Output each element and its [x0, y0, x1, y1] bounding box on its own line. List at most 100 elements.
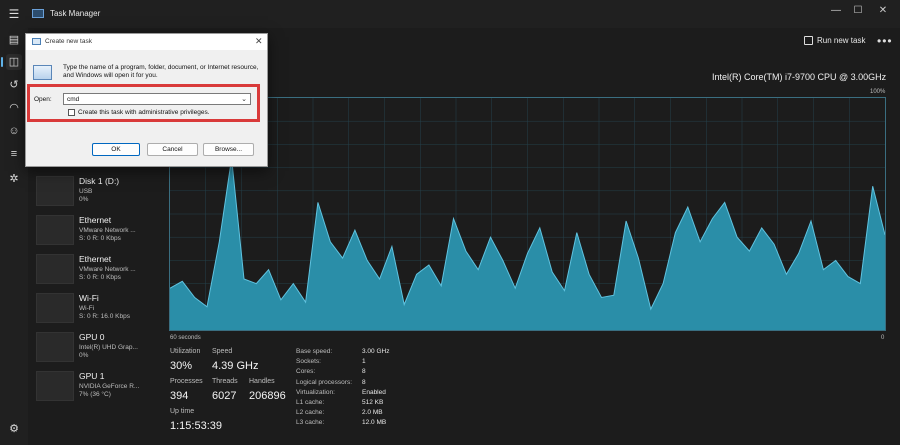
- device-sub1: NVIDIA GeForce R...: [79, 383, 140, 390]
- device-item[interactable]: Ethernet VMware Network ... S: 0 R: 0 Kbps: [36, 254, 166, 290]
- device-name: Ethernet: [79, 254, 112, 264]
- device-sub2: 0%: [79, 196, 89, 203]
- run-task-icon: [804, 36, 813, 45]
- detail-label: Base speed:: [296, 348, 333, 355]
- device-item[interactable]: Disk 1 (D:) USB 0%: [36, 176, 166, 212]
- graph-time-label: 60 seconds: [170, 335, 201, 341]
- detail-label: Logical processors:: [296, 378, 352, 386]
- detail-label: L1 cache:: [296, 399, 325, 406]
- device-sub2: 0%: [79, 352, 89, 359]
- device-sub1: Wi-Fi: [79, 305, 95, 312]
- handles-label: Handles: [249, 378, 275, 385]
- more-options-icon[interactable]: •••: [877, 34, 893, 48]
- detail-value: 3.00 GHz: [362, 348, 390, 355]
- graph-max-label: 100%: [870, 89, 886, 95]
- menu-icon[interactable]: ☰: [6, 6, 22, 22]
- device-item[interactable]: GPU 0 Intel(R) UHD Grap... 0%: [36, 332, 166, 368]
- speed-label: Speed: [212, 348, 233, 355]
- device-item[interactable]: GPU 1 NVIDIA GeForce R... 7% (36 °C): [36, 371, 166, 407]
- utilization-value: 30%: [170, 360, 193, 372]
- device-sub2: S: 0 R: 0 Kbps: [79, 274, 121, 281]
- device-name: GPU 1: [79, 371, 105, 381]
- minimize-button[interactable]: —: [826, 4, 846, 18]
- run-program-icon: [33, 65, 52, 80]
- detail-value: 512 KB: [362, 399, 384, 406]
- device-name: GPU 0: [79, 332, 105, 342]
- device-item[interactable]: Ethernet VMware Network ... S: 0 R: 0 Kbps: [36, 215, 166, 251]
- cancel-button[interactable]: Cancel: [147, 143, 198, 156]
- processes-value: 394: [170, 390, 189, 402]
- device-thumbnail: [36, 293, 74, 323]
- detail-value: 2.0 MB: [362, 409, 383, 417]
- cpu-utilization-graph: [169, 97, 886, 331]
- uptime-label: Up time: [170, 408, 195, 415]
- device-thumbnail: [36, 215, 74, 245]
- ok-button[interactable]: OK: [92, 143, 140, 156]
- chevron-down-icon[interactable]: ⌄: [241, 95, 247, 103]
- create-new-task-dialog: Create new task ✕ Type the name of a pro…: [25, 33, 268, 167]
- device-sub1: VMware Network ...: [79, 227, 136, 234]
- startup-apps-icon[interactable]: ◠: [6, 100, 22, 116]
- run-dialog-icon: [32, 38, 41, 45]
- device-thumbnail: [36, 176, 74, 206]
- device-sub1: Intel(R) UHD Grap...: [79, 344, 138, 351]
- detail-value: 8: [362, 368, 366, 376]
- detail-label: L2 cache:: [296, 409, 325, 417]
- device-sub2: S: 0 R: 16.0 Kbps: [79, 313, 130, 320]
- open-input[interactable]: cmd ⌄: [63, 93, 251, 105]
- dialog-close-icon[interactable]: ✕: [255, 36, 263, 47]
- handles-value: 206896: [249, 390, 286, 402]
- processes-icon[interactable]: ▤: [6, 32, 22, 48]
- detail-label: Virtualization:: [296, 388, 335, 396]
- cpu-graph-svg: [169, 98, 886, 330]
- run-new-task-label: Run new task: [817, 36, 866, 45]
- detail-label: L3 cache:: [296, 419, 325, 427]
- device-thumbnail: [36, 254, 74, 284]
- open-input-value: cmd: [67, 96, 80, 103]
- uptime-value: 1:15:53:39: [170, 420, 222, 432]
- device-item[interactable]: Wi-Fi Wi-Fi S: 0 R: 16.0 Kbps: [36, 293, 166, 329]
- detail-value: Enabled: [362, 388, 386, 396]
- dialog-title-bar: Create new task ✕: [26, 34, 267, 50]
- device-name: Ethernet: [79, 215, 112, 225]
- graph-zero-label: 0: [881, 335, 885, 341]
- users-icon[interactable]: ☺: [6, 123, 22, 139]
- detail-label: Cores:: [296, 368, 316, 376]
- dialog-title: Create new task: [45, 38, 92, 45]
- device-thumbnail: [36, 332, 74, 362]
- title-bar: ☰ Task Manager — ☐ ✕: [0, 0, 900, 28]
- settings-icon[interactable]: ⚙: [6, 421, 22, 437]
- detail-value: 8: [362, 378, 366, 386]
- detail-value: 12.0 MB: [362, 419, 387, 427]
- browse-button[interactable]: Browse...: [203, 143, 254, 156]
- threads-value: 6027: [212, 390, 237, 402]
- detail-value: 1: [362, 358, 366, 366]
- device-sub2: S: 0 R: 0 Kbps: [79, 235, 121, 242]
- threads-label: Threads: [212, 378, 238, 385]
- close-button[interactable]: ✕: [873, 4, 893, 18]
- nav-rail: ▤ ◫ ↺ ◠ ☺ ≡ ✲ ⚙: [0, 28, 28, 445]
- services-icon[interactable]: ✲: [6, 171, 22, 187]
- speed-value: 4.39 GHz: [212, 360, 259, 372]
- maximize-button[interactable]: ☐: [848, 4, 868, 18]
- open-label: Open:: [34, 96, 52, 103]
- device-name: Wi-Fi: [79, 293, 99, 303]
- dialog-description: Type the name of a program, folder, docu…: [63, 64, 259, 79]
- processes-label: Processes: [170, 378, 203, 385]
- device-name: Disk 1 (D:): [79, 176, 120, 186]
- device-sub2: 7% (36 °C): [79, 391, 111, 398]
- device-sub1: USB: [79, 188, 93, 195]
- app-history-icon[interactable]: ↺: [6, 77, 22, 93]
- utilization-label: Utilization: [170, 348, 201, 355]
- device-sub1: VMware Network ...: [79, 266, 136, 273]
- cpu-model: Intel(R) Core(TM) i7-9700 CPU @ 3.00GHz: [712, 72, 887, 82]
- performance-icon[interactable]: ◫: [1, 54, 22, 70]
- details-icon[interactable]: ≡: [6, 146, 22, 162]
- task-manager-icon: [32, 9, 44, 18]
- run-new-task-button[interactable]: Run new task: [804, 36, 865, 45]
- detail-label: Sockets:: [296, 358, 321, 366]
- window-title: Task Manager: [50, 9, 101, 18]
- device-thumbnail: [36, 371, 74, 401]
- admin-privileges-checkbox[interactable]: [68, 109, 75, 116]
- admin-privileges-label[interactable]: Create this task with administrative pri…: [78, 109, 210, 116]
